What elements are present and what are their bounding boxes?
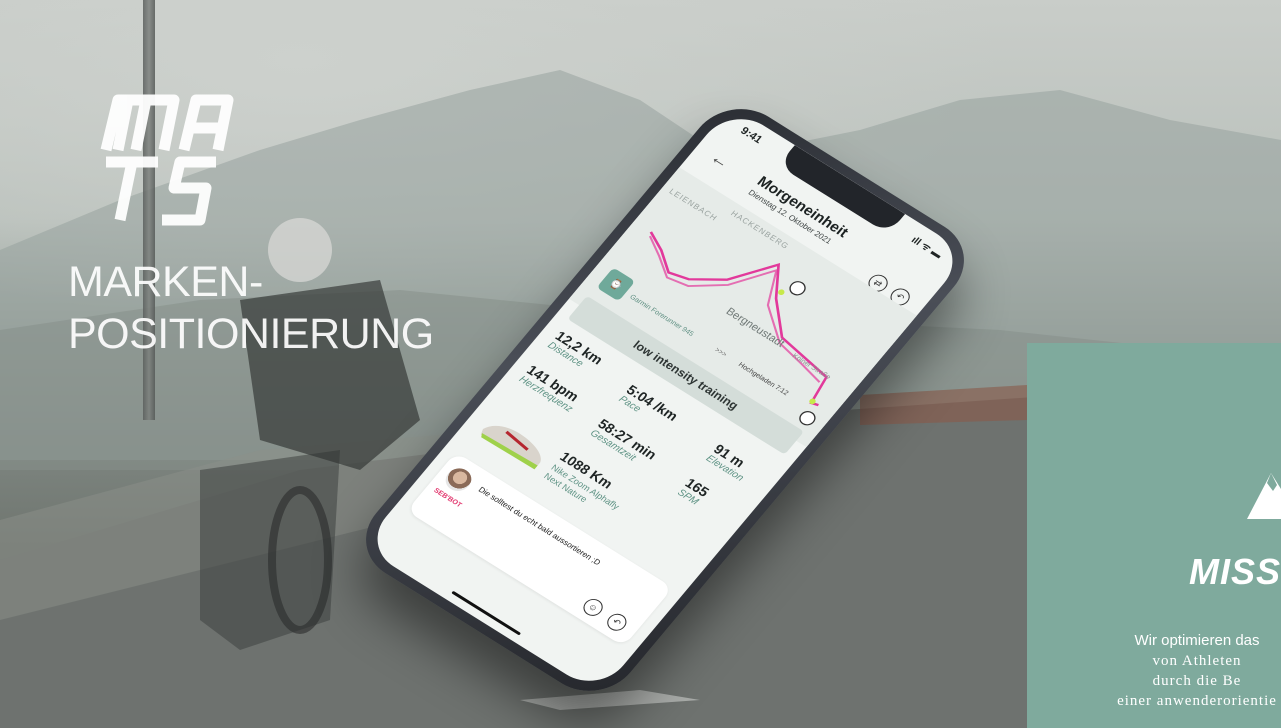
phone-mockup: 9:41 ıll ᯤ ▬ ← Morgeneinheit Dienstag 12… <box>330 35 1030 708</box>
stat-heart-rate: 141 bpm Herzfrequenz <box>517 362 585 415</box>
mission-line4: einer anwenderorientie <box>1117 693 1277 709</box>
mission-line2: von Athleten <box>1152 653 1242 669</box>
coach-message-card[interactable]: SEB'BOT Die solltest du echt bald aussor… <box>406 452 673 647</box>
mats-logo <box>88 80 248 250</box>
app-screen: 9:41 ıll ᯤ ▬ ← Morgeneinheit Dienstag 12… <box>361 105 969 695</box>
status-time: 9:41 <box>737 125 765 146</box>
emoji-icon[interactable]: ☺ <box>579 595 607 620</box>
phone-frame: 9:41 ıll ᯤ ▬ ← Morgeneinheit Dienstag 12… <box>346 92 984 708</box>
stat-pace: 5:04 /km Pace <box>616 382 681 433</box>
mission-line3: durch die Be <box>1152 673 1242 689</box>
mission-title: MISS <box>1189 551 1281 592</box>
mission-panel: MISS Wir optimieren das von Athleten dur… <box>1027 343 1281 728</box>
stat-spm: 165 SPM <box>675 475 712 508</box>
back-arrow-icon[interactable]: ← <box>706 147 734 173</box>
avatar <box>440 464 477 496</box>
mission-text: Wir optimieren das von Athleten durch di… <box>1027 631 1281 711</box>
mission-line1: Wir optimieren das <box>1134 632 1260 649</box>
stat-elevation: 91 m Elevation <box>704 441 756 484</box>
sync-arrows: >>> <box>712 346 728 359</box>
mountain-icon <box>1247 473 1281 519</box>
home-indicator <box>451 590 522 636</box>
chat-actions: ☺ ↶ <box>579 595 631 634</box>
reply-icon[interactable]: ↶ <box>603 610 631 634</box>
status-icons: ıll ᯤ ▬ <box>908 234 944 261</box>
shoe-image <box>480 425 541 470</box>
stat-total-time: 58:27 min Gesamtzeit <box>588 416 660 471</box>
